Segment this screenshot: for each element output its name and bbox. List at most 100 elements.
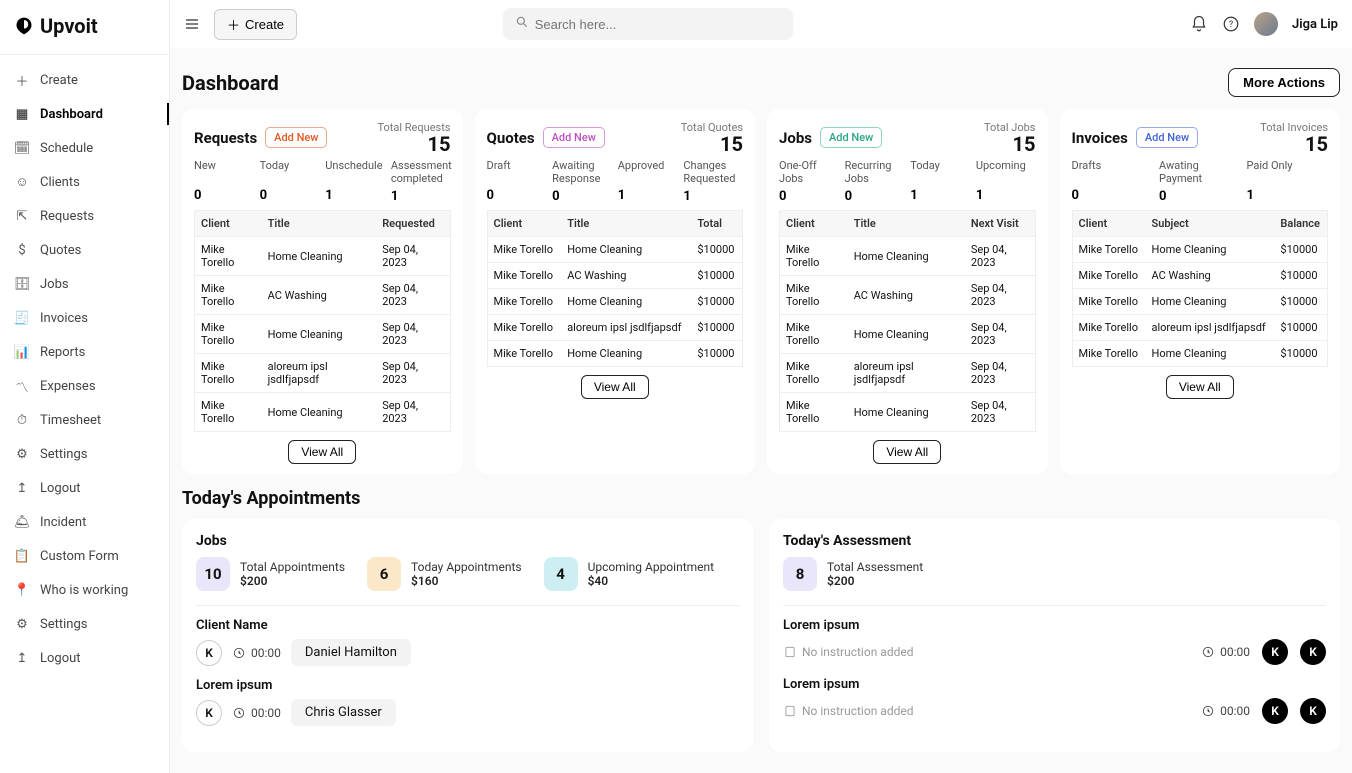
table-row[interactable]: Mike TorelloAC WashingSep 04, 2023 <box>195 276 451 315</box>
search-input[interactable] <box>535 17 781 32</box>
stat-value: 0 <box>1159 189 1166 204</box>
add-new-button[interactable]: Add New <box>265 127 327 148</box>
table-row[interactable]: Mike TorelloHome CleaningSep 04, 2023 <box>780 393 1036 432</box>
person-name[interactable]: Chris Glasser <box>291 699 396 726</box>
metric-badge: 6 <box>367 557 401 591</box>
table-row[interactable]: Mike TorelloAC Washing$10000 <box>1072 263 1328 289</box>
view-all-button[interactable]: View All <box>288 440 356 464</box>
view-all-button[interactable]: View All <box>581 375 649 399</box>
table-row[interactable]: Mike TorelloHome Cleaning$10000 <box>487 341 743 367</box>
sidebar-item-create[interactable]: ＋Create <box>0 63 169 97</box>
table-row[interactable]: Mike TorelloHome CleaningSep 04, 2023 <box>195 393 451 432</box>
table-row[interactable]: Mike TorelloHome Cleaning$10000 <box>1072 341 1328 367</box>
nav-icon: 📍 <box>14 582 30 598</box>
table-header: Client <box>487 211 561 237</box>
nav-label: Incident <box>40 515 86 530</box>
stat-value: 1 <box>976 188 983 203</box>
sidebar-item-custom-form[interactable]: 📋Custom Form <box>0 539 169 573</box>
nav-label: Expenses <box>40 379 96 394</box>
time-value: 00:00 <box>232 706 281 720</box>
sidebar-item-jobs[interactable]: 🗄Jobs <box>0 267 169 301</box>
sidebar-item-timesheet[interactable]: ⏱ Timesheet <box>0 403 169 437</box>
sidebar-nav-list: ▦ Dashboard 🗓Schedule☺Clients⇱Requests$Quo… <box>0 97 169 675</box>
nav-label: Logout <box>40 651 81 666</box>
add-new-button[interactable]: Add New <box>1136 127 1198 148</box>
sidebar-item-settings[interactable]: ⚙Settings <box>0 607 169 641</box>
person-name[interactable]: Daniel Hamilton <box>291 639 411 666</box>
table-header: Client <box>1072 211 1145 237</box>
nav-icon: ⏱ <box>14 412 30 428</box>
sidebar-item-expenses[interactable]: 〽 Expenses <box>0 369 169 403</box>
nav-icon: 〽 <box>14 378 30 394</box>
view-all-button[interactable]: View All <box>1166 375 1234 399</box>
metric-label: Total Appointments <box>240 560 345 574</box>
table-row[interactable]: Mike TorelloHome CleaningSep 04, 2023 <box>195 315 451 354</box>
sidebar-item-settings[interactable]: ⚙Settings <box>0 437 169 471</box>
sidebar-item-who-is-working[interactable]: 📍Who is working <box>0 573 169 607</box>
avatar-badge: K <box>1262 698 1288 724</box>
table-row[interactable]: Mike TorelloAC Washing$10000 <box>487 263 743 289</box>
create-button[interactable]: ＋ Create <box>214 9 297 40</box>
table-row[interactable]: Mike TorelloHome CleaningSep 04, 2023 <box>780 315 1036 354</box>
total-value: 15 <box>984 134 1036 154</box>
nav-icon: 📋 <box>14 548 30 564</box>
view-all-button[interactable]: View All <box>873 440 941 464</box>
table-row[interactable]: Mike Torelloaloreum ipsl jsdlfjapsdf$100… <box>1072 315 1328 341</box>
table-row[interactable]: Mike TorelloHome Cleaning$10000 <box>1072 289 1328 315</box>
stat-label: Upcoming <box>976 160 1036 184</box>
clock-icon <box>232 706 246 720</box>
jobs-panel-title: Jobs <box>196 533 739 549</box>
add-new-button[interactable]: Add New <box>543 127 605 148</box>
table-row[interactable]: Mike TorelloHome CleaningSep 04, 2023 <box>195 237 451 276</box>
table-row[interactable]: Mike TorelloAC WashingSep 04, 2023 <box>780 276 1036 315</box>
table-row[interactable]: Mike Torelloaloreum ipsl jsdlfjapsdf$100… <box>487 315 743 341</box>
sidebar-item-requests[interactable]: ⇱Requests <box>0 199 169 233</box>
stat-label: Paid Only <box>1247 160 1329 184</box>
stat-label: Awating Payment <box>1159 160 1241 185</box>
brand-text: Upvoit <box>40 14 98 38</box>
nav-label: Requests <box>40 209 94 224</box>
avatar-badge: K <box>1300 698 1326 724</box>
client-name-label: Lorem ipsum <box>196 678 739 693</box>
table-row[interactable]: Mike TorelloHome CleaningSep 04, 2023 <box>780 237 1036 276</box>
table-row[interactable]: Mike TorelloHome Cleaning$10000 <box>487 237 743 263</box>
nav-label: Clients <box>40 175 80 190</box>
hamburger-icon[interactable] <box>184 16 200 32</box>
add-new-button[interactable]: Add New <box>820 127 882 148</box>
assessment-name: Lorem ipsum <box>783 618 1326 633</box>
instruction-note: No instruction added <box>783 645 914 659</box>
stat-label: Drafts <box>1072 160 1154 184</box>
more-actions-button[interactable]: More Actions <box>1228 68 1340 97</box>
bell-icon[interactable] <box>1190 15 1208 33</box>
sidebar-item-clients[interactable]: ☺Clients <box>0 165 169 199</box>
table-row[interactable]: Mike TorelloHome Cleaning$10000 <box>1072 237 1328 263</box>
table-header: Requested <box>376 211 450 237</box>
nav-label: Timesheet <box>40 413 101 428</box>
nav-icon: ▦ <box>14 106 30 122</box>
stat-label: Unschedule <box>325 160 385 184</box>
assessment-name: Lorem ipsum <box>783 677 1326 692</box>
metric: 10Total Appointments$200 <box>196 557 345 591</box>
table-row[interactable]: Mike Torelloaloreum ipsl jsdlfjapsdfSep … <box>780 354 1036 393</box>
avatar[interactable] <box>1254 12 1278 36</box>
client-name-label: Client Name <box>196 618 739 633</box>
nav-label: Dashboard <box>40 107 103 122</box>
sidebar-item-incident[interactable]: 🛎Incident <box>0 505 169 539</box>
requests-card: RequestsAdd NewTotal Requests15New0Today… <box>182 109 463 474</box>
sidebar-item-reports[interactable]: 📊Reports <box>0 335 169 369</box>
sidebar-item-quotes[interactable]: $Quotes <box>0 233 169 267</box>
sidebar-item-invoices[interactable]: 🧾Invoices <box>0 301 169 335</box>
quotes-card: QuotesAdd NewTotal Quotes15Draft0Awaitin… <box>475 109 756 474</box>
help-icon[interactable]: ? <box>1222 15 1240 33</box>
stat-label: Draft <box>487 160 547 184</box>
assessment-item: Lorem ipsumNo instruction added00:00KK <box>783 618 1326 665</box>
table-row[interactable]: Mike TorelloHome Cleaning$10000 <box>487 289 743 315</box>
search-box[interactable] <box>503 8 793 40</box>
sidebar-item-logout[interactable]: ↥Logout <box>0 471 169 505</box>
table-header: Title <box>561 211 691 237</box>
table-row[interactable]: Mike Torelloaloreum ipsl jsdlfjapsdfSep … <box>195 354 451 393</box>
sidebar-item-logout[interactable]: ↥Logout <box>0 641 169 675</box>
sidebar-item-dashboard[interactable]: ▦ Dashboard <box>0 97 169 131</box>
sidebar-item-schedule[interactable]: 🗓Schedule <box>0 131 169 165</box>
brand-logo: Upvoit <box>0 14 169 55</box>
